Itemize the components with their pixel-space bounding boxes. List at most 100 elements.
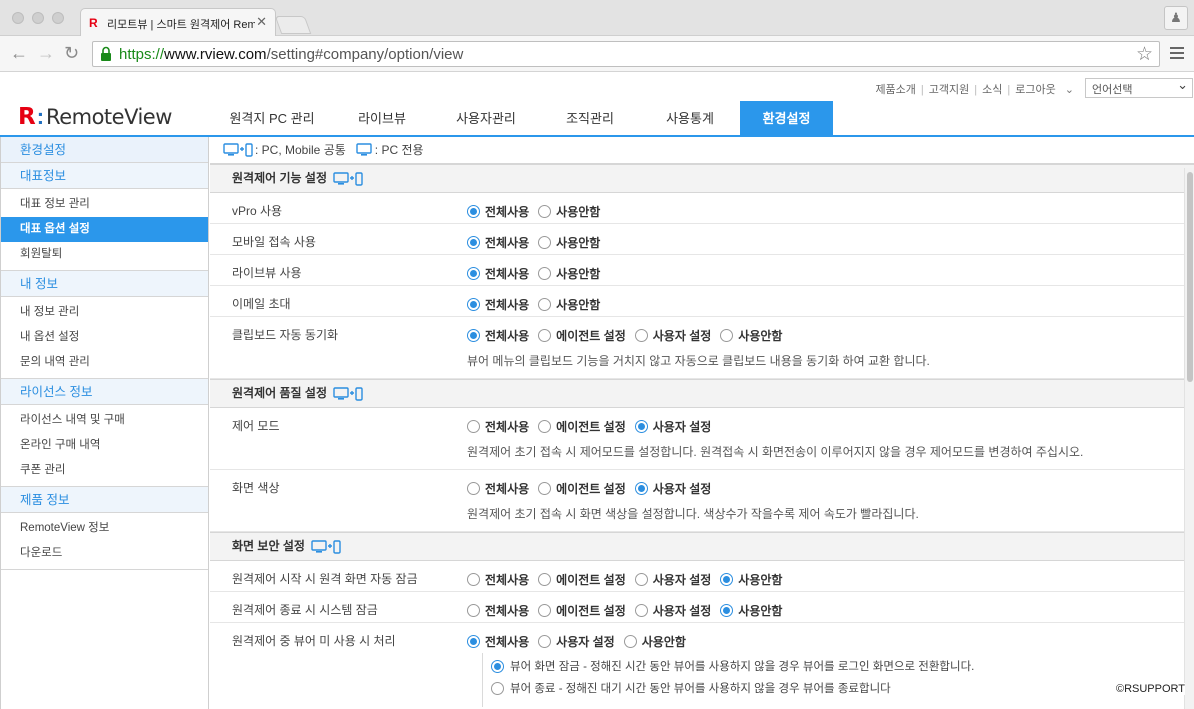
sidebar-item[interactable]: 다운로드 bbox=[1, 541, 208, 566]
sidebar-item[interactable]: 대표 옵션 설정 bbox=[1, 217, 208, 242]
radio-button[interactable] bbox=[538, 205, 552, 218]
radio-option[interactable]: 사용자 설정 bbox=[538, 633, 615, 650]
sidebar-item[interactable]: 내 옵션 설정 bbox=[1, 325, 208, 350]
window-zoom-button[interactable] bbox=[52, 12, 64, 24]
address-bar[interactable]: https://www.rview.com/setting#company/op… bbox=[92, 41, 1160, 67]
sidebar-section-header[interactable]: 대표정보 bbox=[1, 163, 208, 189]
sidebar-item[interactable]: 온라인 구매 내역 bbox=[1, 433, 208, 458]
radio-button[interactable] bbox=[538, 635, 552, 648]
bookmark-star-icon[interactable]: ☆ bbox=[1136, 43, 1153, 66]
radio-option[interactable]: 사용안함 bbox=[538, 296, 600, 313]
sidebar-section-header[interactable]: 제품 정보 bbox=[1, 487, 208, 513]
radio-option[interactable]: 사용자 설정 bbox=[634, 602, 711, 619]
radio-button[interactable] bbox=[720, 329, 734, 342]
radio-button[interactable] bbox=[538, 298, 552, 311]
radio-option[interactable]: 사용안함 bbox=[538, 265, 600, 282]
radio-button[interactable] bbox=[467, 420, 480, 433]
radio-option[interactable]: 사용안함 bbox=[623, 633, 686, 650]
remoteview-logo[interactable]: R: RemoteView bbox=[18, 104, 172, 130]
radio-option[interactable]: 에이전트 설정 bbox=[538, 571, 626, 588]
radio-button[interactable] bbox=[634, 604, 648, 617]
radio-option[interactable]: 사용안함 bbox=[720, 602, 782, 619]
radio-option[interactable]: 에이전트 설정 bbox=[538, 602, 626, 619]
radio-button[interactable] bbox=[467, 482, 480, 495]
radio-button[interactable] bbox=[623, 635, 637, 648]
profile-icon[interactable]: ♟ bbox=[1164, 6, 1188, 30]
radio-option[interactable]: 사용자 설정 bbox=[634, 571, 711, 588]
link-product-intro[interactable]: 제품소개 bbox=[875, 84, 915, 96]
browser-menu-icon[interactable] bbox=[1170, 47, 1184, 59]
radio-option[interactable]: 전체사용 bbox=[467, 602, 529, 619]
radio-button[interactable] bbox=[467, 298, 480, 311]
radio-button[interactable] bbox=[467, 635, 480, 648]
radio-option[interactable]: 전체사용 bbox=[467, 234, 529, 251]
radio-button[interactable] bbox=[634, 482, 648, 495]
radio-option[interactable]: 에이전트 설정 bbox=[538, 480, 626, 497]
nav-tab-5[interactable]: 환경설정 bbox=[740, 101, 833, 136]
radio-button[interactable] bbox=[467, 267, 480, 280]
radio-button[interactable] bbox=[634, 573, 648, 586]
nav-tab-1[interactable]: 라이브뷰 bbox=[332, 101, 432, 136]
tab-close-icon[interactable]: ✕ bbox=[256, 14, 267, 30]
radio-button[interactable] bbox=[634, 420, 648, 433]
radio-button[interactable] bbox=[467, 604, 480, 617]
sidebar-item[interactable]: 내 정보 관리 bbox=[1, 300, 208, 325]
radio-option[interactable]: 사용안함 bbox=[538, 203, 600, 220]
radio-button[interactable] bbox=[538, 573, 552, 586]
radio-option[interactable]: 전체사용 bbox=[467, 265, 529, 282]
content-scrollbar[interactable] bbox=[1184, 168, 1194, 709]
reload-icon[interactable]: ↻ bbox=[64, 44, 79, 62]
radio-button[interactable] bbox=[467, 573, 480, 586]
radio-button[interactable] bbox=[491, 659, 504, 673]
nav-tab-2[interactable]: 사용자관리 bbox=[432, 101, 540, 136]
radio-option[interactable]: 전체사용 bbox=[467, 633, 529, 650]
radio-button[interactable] bbox=[538, 482, 552, 495]
radio-button[interactable] bbox=[720, 573, 734, 586]
scrollbar-thumb[interactable] bbox=[1187, 172, 1193, 382]
new-tab-button[interactable] bbox=[274, 16, 312, 34]
radio-button[interactable] bbox=[467, 236, 480, 249]
sidebar-item[interactable]: 라이선스 내역 및 구매 bbox=[1, 408, 208, 433]
link-logout[interactable]: 로그아웃 bbox=[1015, 84, 1055, 96]
sidebar-item[interactable]: 대표 정보 관리 bbox=[1, 192, 208, 217]
radio-button[interactable] bbox=[491, 681, 504, 695]
radio-button[interactable] bbox=[467, 329, 480, 342]
sidebar-item[interactable]: 문의 내역 관리 bbox=[1, 350, 208, 375]
radio-button[interactable] bbox=[538, 329, 552, 342]
browser-tab[interactable]: R 리모트뷰 | 스마트 원격제어 Rem ✕ bbox=[80, 8, 276, 36]
link-support[interactable]: 고객지원 bbox=[929, 84, 969, 96]
radio-button[interactable] bbox=[538, 236, 552, 249]
radio-button[interactable] bbox=[538, 267, 552, 280]
sidebar-item[interactable]: 쿠폰 관리 bbox=[1, 458, 208, 483]
radio-button[interactable] bbox=[634, 329, 648, 342]
chevron-down-icon[interactable]: ⌄ bbox=[1065, 84, 1074, 96]
radio-option[interactable]: 에이전트 설정 bbox=[538, 418, 626, 435]
radio-button[interactable] bbox=[720, 604, 734, 617]
sidebar-section-header[interactable]: 라이선스 정보 bbox=[1, 379, 208, 405]
radio-option[interactable]: 에이전트 설정 bbox=[538, 327, 626, 344]
radio-option[interactable]: 전체사용 bbox=[467, 418, 529, 435]
sidebar-title[interactable]: 환경설정 bbox=[1, 137, 208, 163]
radio-option[interactable]: 사용안함 bbox=[720, 327, 782, 344]
radio-option[interactable]: 전체사용 bbox=[467, 571, 529, 588]
radio-option[interactable]: 사용자 설정 bbox=[634, 418, 711, 435]
link-news[interactable]: 소식 bbox=[982, 84, 1002, 96]
language-select[interactable]: 언어선택 bbox=[1085, 77, 1193, 98]
nav-tab-0[interactable]: 원격지 PC 관리 bbox=[212, 101, 332, 136]
radio-button[interactable] bbox=[538, 604, 552, 617]
sub-radio-option[interactable]: 뷰어 화면 잠금 - 정해진 시간 동안 뷰어를 사용하지 않을 경우 뷰어를 … bbox=[491, 655, 986, 677]
radio-button[interactable] bbox=[538, 420, 552, 433]
radio-option[interactable]: 사용자 설정 bbox=[634, 480, 711, 497]
radio-option[interactable]: 사용자 설정 bbox=[634, 327, 711, 344]
radio-option[interactable]: 전체사용 bbox=[467, 296, 529, 313]
radio-option[interactable]: 전체사용 bbox=[467, 203, 529, 220]
radio-option[interactable]: 사용안함 bbox=[538, 234, 600, 251]
back-arrow-icon[interactable]: ← bbox=[10, 44, 28, 62]
sidebar-section-header[interactable]: 내 정보 bbox=[1, 271, 208, 297]
radio-button[interactable] bbox=[467, 205, 480, 218]
window-minimize-button[interactable] bbox=[32, 12, 44, 24]
sub-radio-option[interactable]: 뷰어 종료 - 정해진 대기 시간 동안 뷰어를 사용하지 않을 경우 뷰어를 … bbox=[491, 677, 986, 699]
nav-tab-4[interactable]: 사용통계 bbox=[640, 101, 740, 136]
forward-arrow-icon[interactable]: → bbox=[37, 44, 55, 62]
radio-option[interactable]: 전체사용 bbox=[467, 480, 529, 497]
